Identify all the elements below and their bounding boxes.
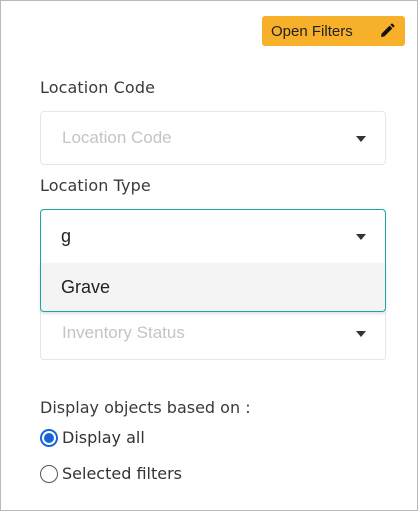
filter-panel: Open Filters Location Code Location Code… [0,0,418,511]
display-objects-label: Display objects based on : [40,398,251,417]
chevron-down-icon [356,234,366,240]
location-code-select[interactable]: Location Code [40,111,386,165]
open-filters-label: Open Filters [271,22,353,40]
radio-unchecked-icon[interactable] [40,464,58,483]
dropdown-option-label: Grave [61,276,111,297]
display-all-radio[interactable]: Display all [40,428,145,447]
radio-checked-icon[interactable] [40,428,58,447]
display-all-label: Display all [62,428,145,447]
selected-filters-radio[interactable]: Selected filters [40,464,182,483]
location-code-placeholder: Location Code [62,128,172,147]
location-type-select[interactable]: g [40,209,386,263]
location-code-label: Location Code [40,78,156,97]
location-type-label: Location Type [40,176,151,195]
pencil-icon [381,23,395,37]
location-type-option[interactable]: Grave [40,263,386,312]
selected-filters-label: Selected filters [62,464,182,483]
open-filters-button[interactable]: Open Filters [262,16,405,46]
location-type-input-value: g [61,226,72,246]
chevron-down-icon [356,136,366,142]
inventory-status-select[interactable]: Inventory Status [40,306,386,360]
chevron-down-icon [356,331,366,337]
inventory-status-placeholder: Inventory Status [62,323,185,342]
